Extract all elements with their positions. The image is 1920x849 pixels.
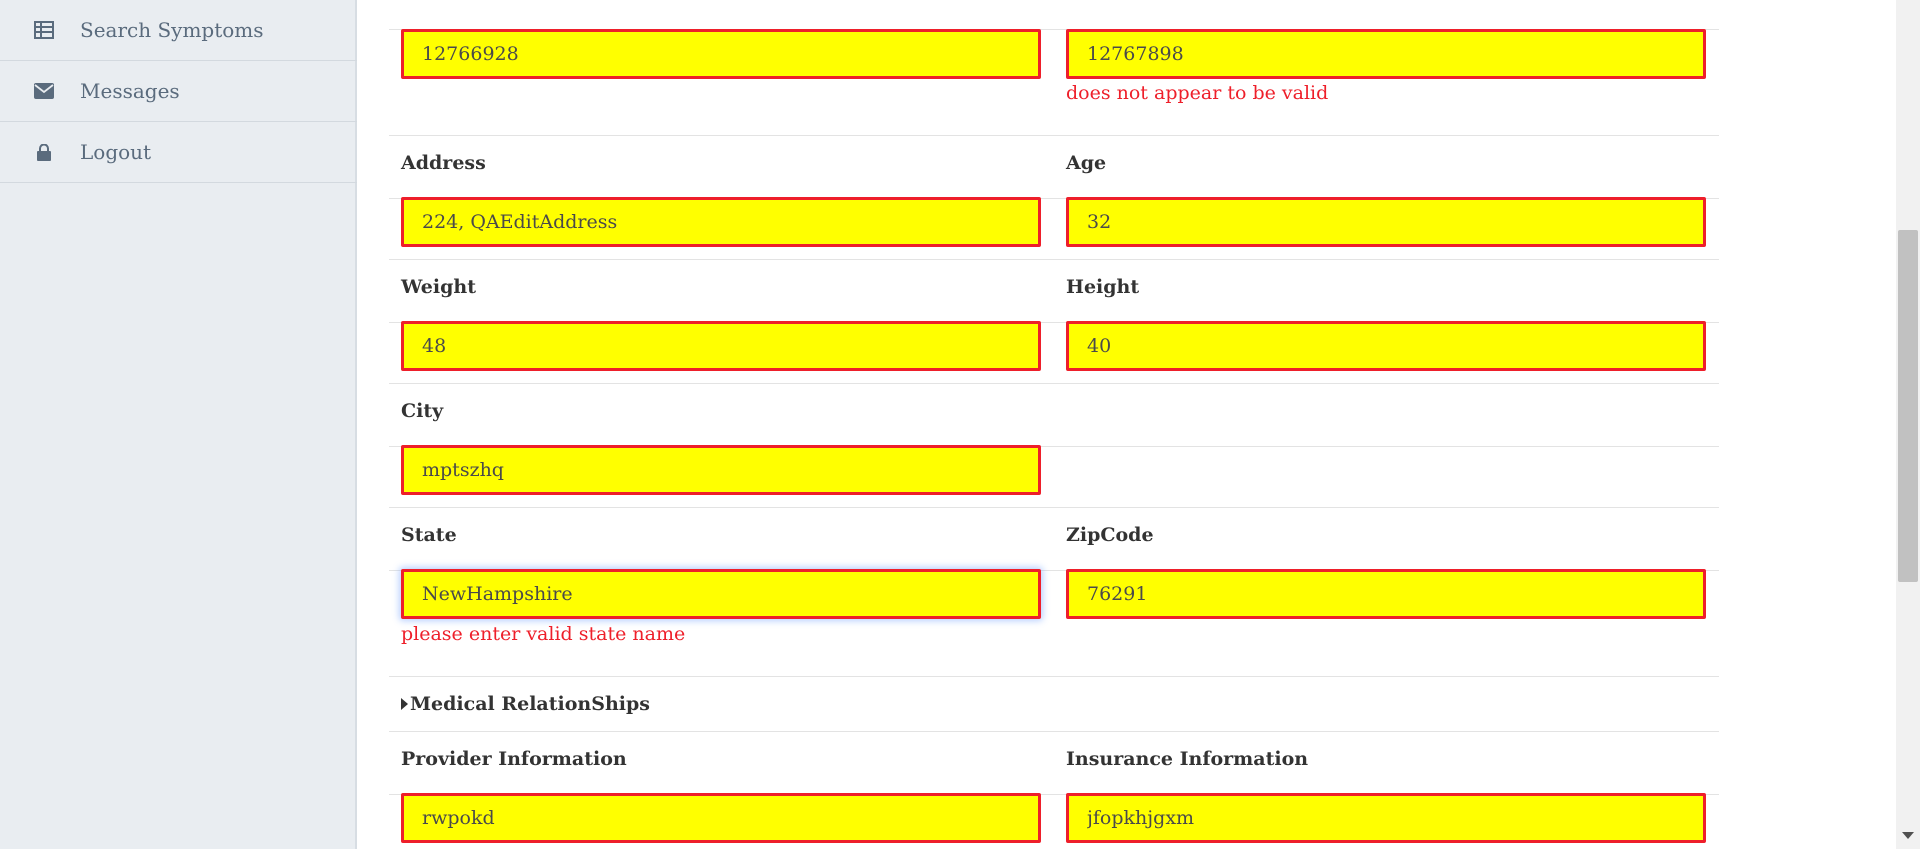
medical-relationships-toggle[interactable]: Medical RelationShips: [401, 693, 650, 715]
address-input[interactable]: [401, 197, 1041, 247]
state-label: State: [401, 524, 457, 546]
row-divider: [389, 259, 1719, 260]
address-label: Address: [401, 152, 486, 174]
top-right-input[interactable]: [1066, 29, 1706, 79]
insurance-input[interactable]: [1066, 793, 1706, 843]
medical-relationships-label: Medical RelationShips: [410, 693, 650, 715]
provider-label: Provider Information: [401, 748, 627, 770]
weight-label: Weight: [401, 276, 476, 298]
age-input[interactable]: [1066, 197, 1706, 247]
state-error: please enter valid state name: [401, 623, 686, 645]
scrollbar-thumb[interactable]: [1898, 230, 1918, 582]
sidebar-item-label: Search Symptoms: [80, 18, 264, 42]
sidebar-item-messages[interactable]: Messages: [0, 61, 357, 122]
row-divider: [389, 507, 1719, 508]
insurance-label: Insurance Information: [1066, 748, 1309, 770]
row-divider: [389, 383, 1719, 384]
table-icon: [34, 20, 54, 40]
zipcode-label: ZipCode: [1066, 524, 1154, 546]
city-input[interactable]: [401, 445, 1041, 495]
row-divider: [389, 135, 1719, 136]
lock-icon: [34, 142, 54, 162]
envelope-icon: [34, 81, 54, 101]
city-label: City: [401, 400, 444, 422]
state-input[interactable]: [401, 569, 1041, 619]
top-right-error: does not appear to be valid: [1066, 82, 1329, 104]
sidebar: Search Symptoms Messages Logout: [0, 0, 357, 849]
row-divider: [389, 676, 1719, 677]
sidebar-item-search-symptoms[interactable]: Search Symptoms: [0, 0, 357, 61]
sidebar-item-logout[interactable]: Logout: [0, 122, 357, 183]
height-label: Height: [1066, 276, 1140, 298]
age-label: Age: [1066, 152, 1107, 174]
weight-input[interactable]: [401, 321, 1041, 371]
zipcode-input[interactable]: [1066, 569, 1706, 619]
sidebar-item-label: Messages: [80, 79, 180, 103]
height-input[interactable]: [1066, 321, 1706, 371]
top-left-input[interactable]: [401, 29, 1041, 79]
row-divider: [389, 731, 1719, 732]
provider-input[interactable]: [401, 793, 1041, 843]
sidebar-item-label: Logout: [80, 140, 152, 164]
scroll-down-arrow-icon[interactable]: [1902, 832, 1914, 839]
caret-right-icon: [401, 698, 408, 710]
